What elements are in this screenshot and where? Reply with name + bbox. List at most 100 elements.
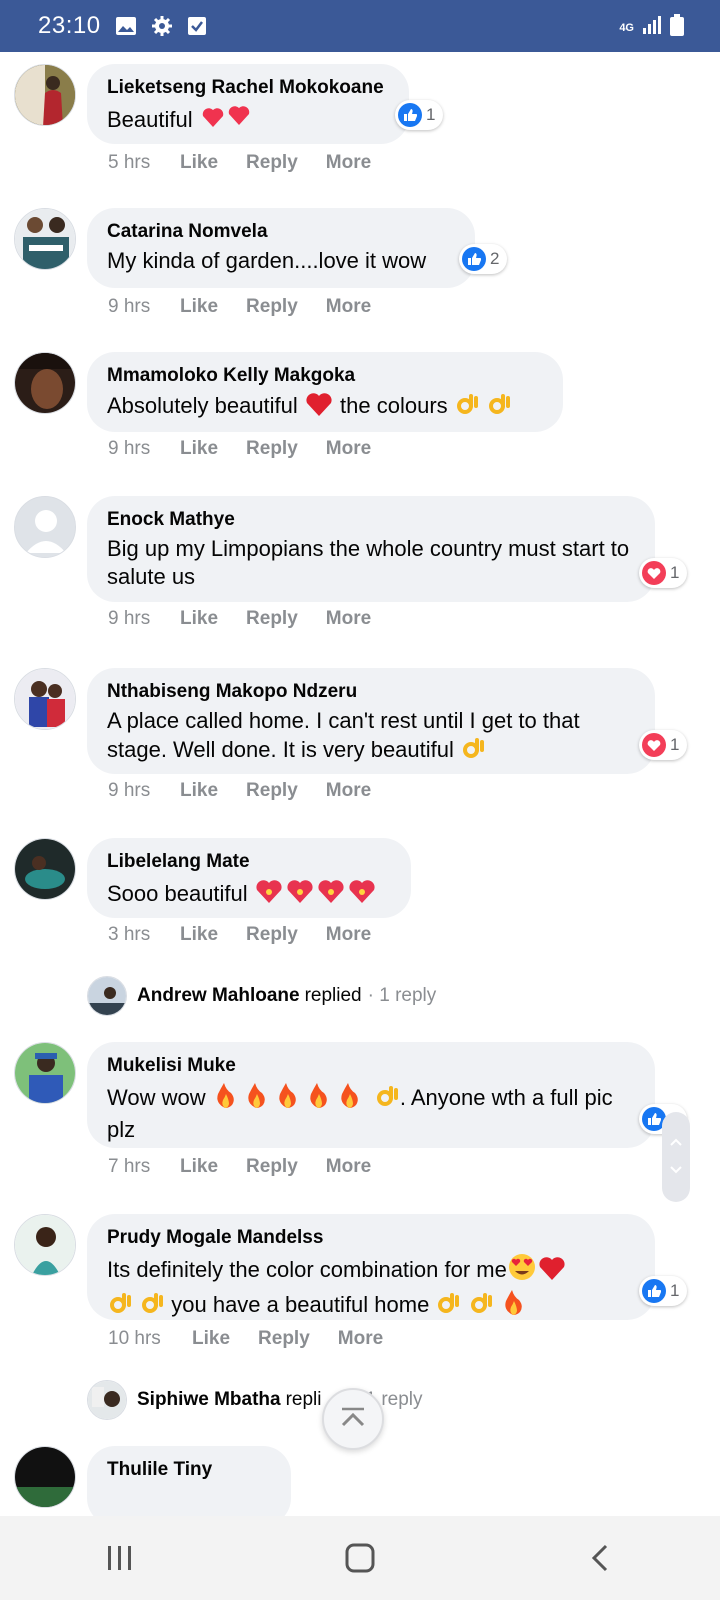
comment-bubble[interactable]: Enock Mathye Big up my Limpopians the wh… xyxy=(87,496,655,602)
comment-actions: 3 hrs Like Reply More xyxy=(108,924,399,946)
reply-button[interactable]: Reply xyxy=(258,1328,310,1350)
more-button[interactable]: More xyxy=(326,924,371,946)
comment-bubble[interactable]: Mmamoloko Kelly Makgoka Absolutely beaut… xyxy=(87,352,563,432)
ok-hand-icon xyxy=(435,1290,461,1323)
comment-author[interactable]: Mmamoloko Kelly Makgoka xyxy=(107,364,543,388)
like-button[interactable]: Like xyxy=(180,438,218,460)
system-navigation-bar xyxy=(0,1516,720,1600)
like-button[interactable]: Like xyxy=(180,608,218,630)
reply-button[interactable]: Reply xyxy=(246,296,298,318)
comment-text: My kinda of garden....love it wow xyxy=(107,248,427,273)
like-button[interactable]: Like xyxy=(180,296,218,318)
like-button[interactable]: Like xyxy=(180,924,218,946)
comment-actions: 9 hrs Like Reply More xyxy=(108,608,399,630)
comment-text: Absolutely beautiful the colours xyxy=(107,391,543,424)
reply-author[interactable]: Andrew Mahloane xyxy=(137,985,300,1007)
comment-actions: 9 hrs Like Reply More xyxy=(108,780,399,802)
home-button[interactable] xyxy=(300,1528,420,1588)
more-button[interactable]: More xyxy=(338,1328,383,1350)
back-button[interactable] xyxy=(540,1528,660,1588)
reply-count[interactable]: · 1 reply xyxy=(368,985,437,1007)
comment-author[interactable]: Thulile Tiny xyxy=(107,1458,271,1482)
love-reaction-icon xyxy=(642,561,666,585)
comment-bubble[interactable]: Lieketseng Rachel Mokokoane Beautiful xyxy=(87,64,409,144)
like-button[interactable]: Like xyxy=(180,1156,218,1178)
reaction-summary[interactable]: 1 xyxy=(639,558,688,588)
comment-author[interactable]: Mukelisi Muke xyxy=(107,1054,635,1078)
chevron-down-icon xyxy=(669,1162,683,1180)
reply-button[interactable]: Reply xyxy=(246,780,298,802)
fire-icon xyxy=(212,1081,368,1116)
comment-text-content: A place called home. I can't rest until … xyxy=(107,708,580,762)
more-button[interactable]: More xyxy=(326,152,371,174)
recent-apps-button[interactable] xyxy=(60,1528,180,1588)
heart-icon xyxy=(304,391,334,424)
reply-button[interactable]: Reply xyxy=(246,608,298,630)
reaction-count: 1 xyxy=(670,735,680,754)
more-button[interactable]: More xyxy=(326,608,371,630)
more-button[interactable]: More xyxy=(326,1156,371,1178)
reply-author[interactable]: Siphiwe Mbatha xyxy=(137,1389,281,1411)
comment-author[interactable]: Lieketseng Rachel Mokokoane xyxy=(107,76,389,100)
avatar[interactable] xyxy=(14,668,76,730)
recent-apps-icon xyxy=(108,1546,131,1570)
comment-time: 9 hrs xyxy=(108,780,151,801)
comment-text-part: the colours xyxy=(340,393,448,418)
two-hearts-icon xyxy=(199,103,257,138)
reply-button[interactable]: Reply xyxy=(246,152,298,174)
status-time: 23:10 xyxy=(38,12,101,39)
reaction-summary[interactable]: 1 xyxy=(395,100,444,130)
avatar[interactable] xyxy=(14,352,76,414)
comment-text-part: you have a beautiful home xyxy=(171,1292,430,1317)
like-button[interactable]: Like xyxy=(192,1328,230,1350)
avatar[interactable] xyxy=(14,64,76,126)
reaction-count: 1 xyxy=(426,105,436,124)
avatar[interactable] xyxy=(14,1042,76,1104)
comment-actions: 10 hrs Like Reply More xyxy=(108,1328,411,1350)
comment-bubble[interactable]: Mukelisi Muke Wow wow . Anyone wth a ful… xyxy=(87,1042,655,1148)
gear-icon xyxy=(151,15,173,37)
reaction-count: 1 xyxy=(670,1281,680,1300)
comment-text-content: Sooo beautiful xyxy=(107,881,248,906)
avatar[interactable] xyxy=(14,838,76,900)
battery-icon xyxy=(670,14,684,41)
scroll-to-top-button[interactable] xyxy=(322,1388,384,1450)
signal-icon xyxy=(642,16,662,39)
comment-author[interactable]: Nthabiseng Makopo Ndzeru xyxy=(107,680,635,704)
chevron-up-icon xyxy=(338,1405,368,1434)
like-button[interactable]: Like xyxy=(180,152,218,174)
comment-bubble[interactable]: Nthabiseng Makopo Ndzeru A place called … xyxy=(87,668,655,774)
more-button[interactable]: More xyxy=(326,438,371,460)
reaction-summary[interactable]: 2 xyxy=(459,244,508,274)
comment-author[interactable]: Catarina Nomvela xyxy=(107,220,455,244)
more-button[interactable]: More xyxy=(326,296,371,318)
comment-bubble[interactable]: Prudy Mogale Mandelss Its definitely the… xyxy=(87,1214,655,1320)
avatar[interactable] xyxy=(14,1446,76,1508)
avatar[interactable] xyxy=(14,496,76,558)
heart-eyes-icon xyxy=(507,1253,537,1288)
comment-author[interactable]: Enock Mathye xyxy=(107,508,635,532)
reply-button[interactable]: Reply xyxy=(246,1156,298,1178)
comment-author[interactable]: Prudy Mogale Mandelss xyxy=(107,1226,635,1250)
ok-hand-icon xyxy=(374,1083,400,1116)
reply-button[interactable]: Reply xyxy=(246,438,298,460)
ok-hand-icon xyxy=(486,391,512,424)
comment-bubble[interactable]: Catarina Nomvela My kinda of garden....l… xyxy=(87,208,475,288)
like-button[interactable]: Like xyxy=(180,780,218,802)
avatar[interactable] xyxy=(14,1214,76,1276)
comment-bubble[interactable]: Libelelang Mate Sooo beautiful xyxy=(87,838,411,918)
more-button[interactable]: More xyxy=(326,780,371,802)
comment-text: A place called home. I can't rest until … xyxy=(107,707,635,768)
love-reaction-icon xyxy=(642,733,666,757)
reaction-summary[interactable]: 1 xyxy=(639,730,688,760)
comment-time: 5 hrs xyxy=(108,152,151,173)
avatar[interactable] xyxy=(14,208,76,270)
reaction-count: 1 xyxy=(670,563,680,582)
comment-author[interactable]: Libelelang Mate xyxy=(107,850,391,874)
comment-bubble[interactable]: Thulile Tiny xyxy=(87,1446,291,1526)
reply-thread-link[interactable]: Andrew Mahloane replied · 1 reply xyxy=(87,976,436,1016)
reply-button[interactable]: Reply xyxy=(246,924,298,946)
fast-scroll-handle[interactable] xyxy=(662,1112,690,1202)
reaction-summary[interactable]: 1 xyxy=(639,1276,688,1306)
comment-text: Sooo beautiful xyxy=(107,877,391,912)
